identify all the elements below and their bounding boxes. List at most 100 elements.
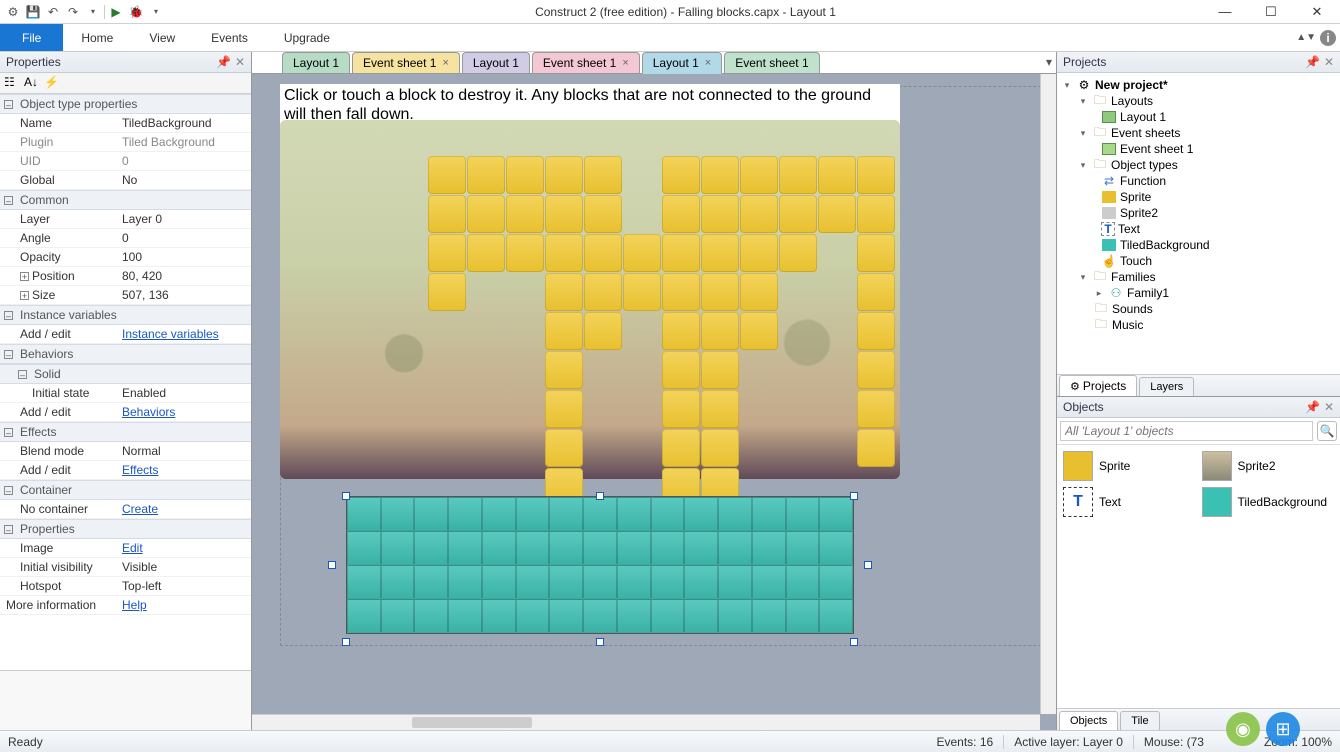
sprite-block[interactable] [623, 234, 661, 272]
minimize-button[interactable]: — [1202, 0, 1248, 24]
sprite-block[interactable] [818, 195, 856, 233]
tab-layout1-a[interactable]: Layout 1 [282, 52, 350, 73]
section-solid[interactable]: –Solid [0, 364, 251, 384]
sprite-block[interactable] [623, 273, 661, 311]
prop-layer-value[interactable]: Layer 0 [118, 210, 251, 228]
resize-handle-sw[interactable] [342, 638, 350, 646]
sprite-block[interactable] [662, 234, 700, 272]
section-container[interactable]: –Container [0, 480, 251, 500]
sort-icon[interactable]: A↓ [24, 75, 42, 91]
close-icon[interactable]: × [622, 57, 628, 69]
qat-dropdown2-icon[interactable]: ▾ [147, 3, 165, 21]
prop-global-value[interactable]: No [118, 171, 251, 189]
maximize-button[interactable]: ☐ [1248, 0, 1294, 24]
horizontal-scrollbar[interactable] [252, 714, 1040, 730]
edit-link[interactable]: Edit [122, 541, 143, 555]
sprite-block[interactable] [662, 390, 700, 428]
sprite-block[interactable] [779, 195, 817, 233]
tab-projects[interactable]: ⚙ Projects [1059, 375, 1137, 396]
sprite-block[interactable] [545, 351, 583, 389]
scrollbar-thumb[interactable] [412, 717, 532, 728]
prop-angle-value[interactable]: 0 [118, 229, 251, 247]
prop-initstate-value[interactable]: Enabled [118, 384, 251, 402]
help-icon[interactable]: i [1320, 30, 1336, 46]
menu-upgrade[interactable]: Upgrade [266, 24, 348, 51]
sprite-block[interactable] [740, 312, 778, 350]
resize-handle-ne[interactable] [850, 492, 858, 500]
sprite-block[interactable] [857, 351, 895, 389]
prop-blend-value[interactable]: Normal [118, 442, 251, 460]
sprite-block[interactable] [545, 429, 583, 467]
panel-close-icon[interactable]: ✕ [1324, 55, 1334, 69]
debug-icon[interactable]: 🐞 [127, 3, 145, 21]
sprite-block[interactable] [701, 156, 739, 194]
redo-icon[interactable]: ↷ [64, 3, 82, 21]
prop-opacity-value[interactable]: 100 [118, 248, 251, 266]
sprite-block[interactable] [467, 195, 505, 233]
resize-handle-n[interactable] [596, 492, 604, 500]
resize-handle-e[interactable] [864, 561, 872, 569]
sprite-block[interactable] [584, 195, 622, 233]
collapse-ribbon-icon[interactable]: ▲▼ [1296, 32, 1316, 43]
behaviors-link[interactable]: Behaviors [122, 405, 175, 419]
resize-handle-w[interactable] [328, 561, 336, 569]
effects-link[interactable]: Effects [122, 463, 158, 477]
sprite-block[interactable] [467, 234, 505, 272]
sprite-block[interactable] [428, 234, 466, 272]
panel-close-icon[interactable]: ✕ [235, 55, 245, 69]
sprite-block[interactable] [506, 195, 544, 233]
prop-position-value[interactable]: 80, 420 [118, 267, 251, 285]
tab-tile[interactable]: Tile [1120, 711, 1159, 730]
object-text[interactable]: TText [1063, 487, 1196, 517]
resize-handle-se[interactable] [850, 638, 858, 646]
tab-eventsheet1-a[interactable]: Event sheet 1× [352, 52, 460, 73]
sprite-block[interactable] [545, 195, 583, 233]
close-icon[interactable]: × [705, 57, 711, 69]
tree-sprite[interactable]: Sprite [1120, 190, 1151, 204]
prop-hotspot-value[interactable]: Top-left [118, 577, 251, 595]
more-icon[interactable]: ⚡ [44, 75, 62, 91]
tree-music[interactable]: Music [1112, 318, 1143, 332]
sprite-block[interactable] [506, 234, 544, 272]
instance-variables-link[interactable]: Instance variables [122, 327, 219, 341]
tree-eventsheet1[interactable]: Event sheet 1 [1120, 142, 1193, 156]
sprite-block[interactable] [857, 312, 895, 350]
sprite-block[interactable] [662, 312, 700, 350]
tab-layout1-b[interactable]: Layout 1 [462, 52, 530, 73]
resize-handle-nw[interactable] [342, 492, 350, 500]
sprite-block[interactable] [701, 195, 739, 233]
sprite-block[interactable] [857, 390, 895, 428]
tab-layers[interactable]: Layers [1139, 377, 1194, 396]
help-link[interactable]: Help [122, 598, 147, 612]
object-sprite[interactable]: Sprite [1063, 451, 1196, 481]
search-icon[interactable]: 🔍 [1317, 421, 1337, 441]
section-common[interactable]: –Common [0, 190, 251, 210]
resize-handle-s[interactable] [596, 638, 604, 646]
sprite-block[interactable] [428, 156, 466, 194]
sprite-block[interactable] [779, 156, 817, 194]
sprite-block[interactable] [701, 234, 739, 272]
objects-filter-input[interactable] [1060, 421, 1313, 441]
tree-tiledbg[interactable]: TiledBackground [1120, 238, 1210, 252]
sprite-block[interactable] [467, 156, 505, 194]
section-behaviors[interactable]: –Behaviors [0, 344, 251, 364]
object-sprite2[interactable]: Sprite2 [1202, 451, 1335, 481]
tab-eventsheet1-c[interactable]: Event sheet 1 [724, 52, 819, 73]
object-tiledbg[interactable]: TiledBackground [1202, 487, 1335, 517]
tree-eventsheets[interactable]: Event sheets [1111, 126, 1180, 140]
run-icon[interactable]: ▶ [107, 3, 125, 21]
sprite-block[interactable] [740, 156, 778, 194]
sprite-block[interactable] [584, 312, 622, 350]
prop-size-value[interactable]: 507, 136 [118, 286, 251, 304]
tab-overflow-icon[interactable]: ▾ [1046, 55, 1052, 69]
sprite-block[interactable] [857, 234, 895, 272]
tab-objects[interactable]: Objects [1059, 711, 1118, 730]
tree-objtypes[interactable]: Object types [1111, 158, 1178, 172]
tree-layouts[interactable]: Layouts [1111, 94, 1153, 108]
sprite-block[interactable] [740, 273, 778, 311]
sprite-block[interactable] [779, 234, 817, 272]
tab-layout1-active[interactable]: Layout 1× [642, 52, 722, 74]
sprite-block[interactable] [662, 351, 700, 389]
tab-eventsheet1-b[interactable]: Event sheet 1× [532, 52, 640, 73]
pin-icon[interactable]: 📌 [1305, 55, 1320, 69]
